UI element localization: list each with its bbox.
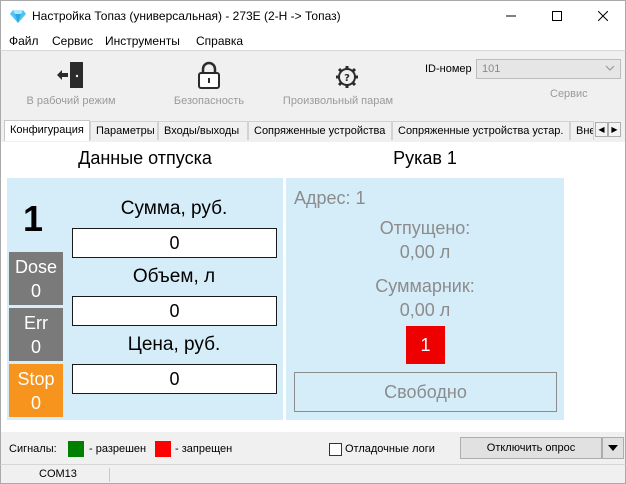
forbidden-label: - запрещен [175,443,233,455]
hose-indicator: 1 [406,326,445,364]
address-label: Адрес: 1 [294,188,366,208]
exit-door-icon [57,62,83,88]
window-title: Настройка Топаз (универсальная) - 273E (… [32,9,341,23]
tab-scroll-right[interactable]: ▶ [608,122,621,137]
triangle-down-icon [608,445,618,451]
id-value: 101 [482,63,501,75]
svg-text:?: ? [344,73,350,84]
tab-strip: Конфигурация Параметры Входы/выходы Сопр… [0,118,626,142]
chevron-down-icon [605,65,615,71]
status-bar: COM13 [0,464,626,484]
dispense-data-title: Данные отпуска [78,148,212,168]
main-content: Данные отпуска Рукав 1 1 Dose 0 Err 0 St… [0,142,626,432]
id-label: ID-номер [425,63,472,75]
dose-value: 0 [30,281,41,301]
err-value: 0 [30,337,41,357]
security-button[interactable]: Безопасность [149,51,269,111]
tab-io[interactable]: Входы/выходы [158,121,248,140]
err-label: Err [24,313,48,333]
dispensed-label: Отпущено: [379,218,471,238]
title-bar: Настройка Топаз (универсальная) - 273E (… [0,0,626,30]
tab-scroll-left[interactable]: ◀ [595,122,608,137]
sum-field: 0 [72,228,277,258]
work-mode-button[interactable]: В рабочий режим [11,51,131,111]
security-label: Безопасность [173,95,245,107]
tab-parameters[interactable]: Параметры [90,121,158,140]
com-port: COM13 [39,468,77,480]
tab-paired-devices[interactable]: Сопряженные устройства [248,121,392,140]
stop-value: 0 [30,393,41,413]
debug-logs-label[interactable]: Отладочные логи [345,443,435,455]
dose-indicator: Dose 0 [9,252,63,305]
stop-indicator: Stop 0 [9,364,63,417]
tab-paired-devices-legacy[interactable]: Сопряженные устройства устар. [392,121,570,140]
status-free-box: Свободно [294,372,557,412]
gear-question-icon: ? [336,66,358,88]
menu-bar: Файл Сервис Инструменты Справка [0,30,626,50]
allowed-label: - разрешен [89,443,147,455]
maximize-icon [552,11,562,21]
service-group-label: Сервис [550,88,588,100]
disconnect-dropdown-button[interactable] [602,437,624,459]
minimize-button[interactable] [488,1,534,31]
total-value: 0,00 л [399,300,451,320]
menu-service[interactable]: Сервис [52,34,93,48]
stop-label: Stop [17,369,55,389]
price-label: Цена, руб. [127,334,221,355]
custom-param-button[interactable]: ? Произвольный парам [278,51,398,111]
menu-help[interactable]: Справка [196,34,243,48]
sum-label: Сумма, руб. [120,198,228,219]
tab-external[interactable]: Вне [570,121,594,140]
forbidden-swatch [155,441,171,457]
price-field: 0 [72,364,277,394]
menu-file[interactable]: Файл [9,34,39,48]
signals-label: Сигналы: [9,443,57,455]
debug-logs-checkbox[interactable] [329,443,342,456]
hose-title: Рукав 1 [393,148,457,168]
tab-configuration[interactable]: Конфигурация [4,120,90,141]
status-separator [109,468,110,482]
volume-label: Объем, л [132,266,216,287]
work-mode-label: В рабочий режим [26,95,116,107]
custom-param-label: Произвольный парам [282,95,394,107]
dose-label: Dose [14,257,58,277]
volume-field: 0 [72,296,277,326]
menu-tools[interactable]: Инструменты [105,34,180,48]
id-select[interactable]: 101 [476,59,621,79]
hose-number: 1 [23,198,44,239]
err-indicator: Err 0 [9,308,63,361]
maximize-button[interactable] [534,1,580,31]
lock-icon [198,61,220,89]
dispensed-value: 0,00 л [399,242,451,262]
diamond-icon [10,10,26,23]
signals-bar: Сигналы: - разрешен - запрещен Отладочны… [0,432,626,464]
allowed-swatch [68,441,84,457]
disconnect-polling-button[interactable]: Отключить опрос [460,437,602,459]
minimize-icon [506,15,516,17]
total-label: Суммарник: [375,276,475,296]
close-icon [598,11,608,21]
close-button[interactable] [580,1,626,31]
toolbar: В рабочий режим Безопасность ? Произволь… [0,50,626,118]
